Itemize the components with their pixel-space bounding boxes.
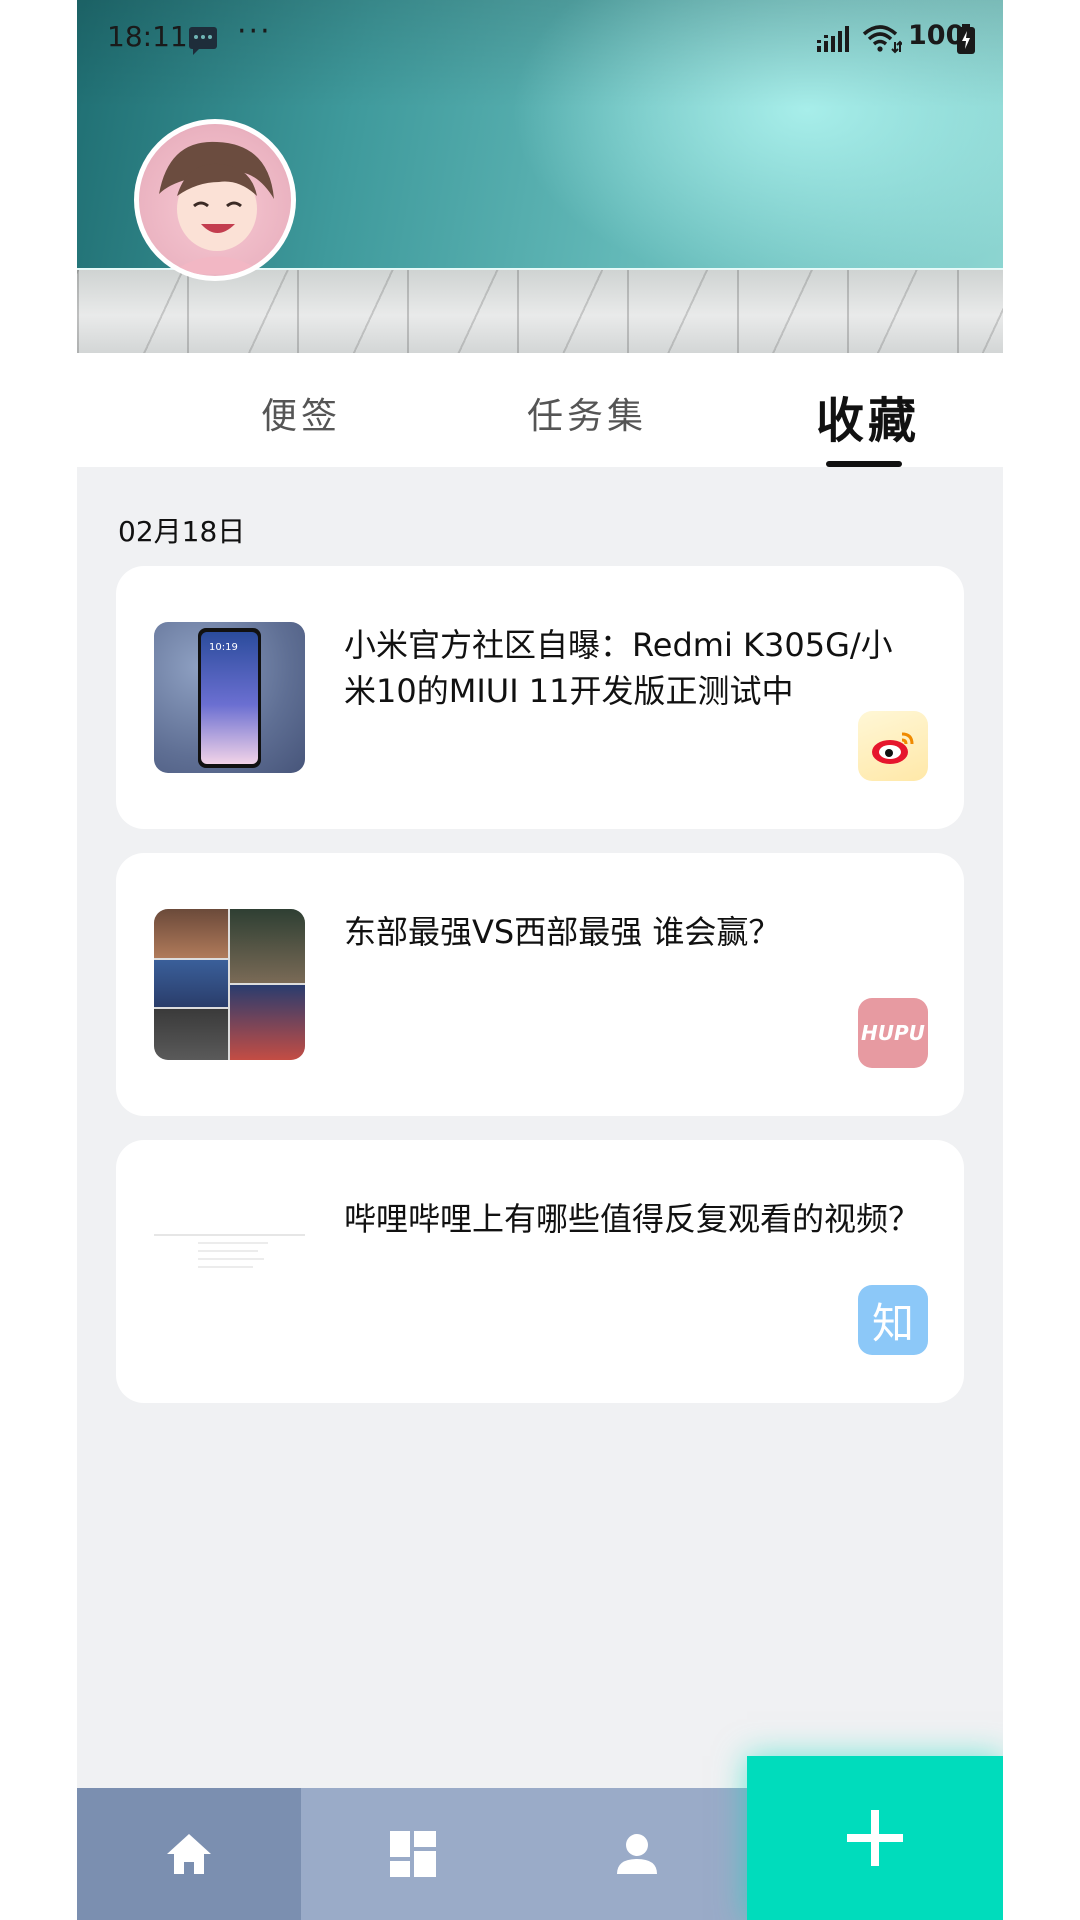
nav-profile[interactable] [525,1788,749,1920]
battery-level: 100 [908,20,965,51]
card-thumbnail: 10:19 [154,622,305,773]
floor-backdrop [77,270,1003,353]
thumbnail-phone-time: 10:19 [209,642,238,653]
user-avatar[interactable] [134,119,296,281]
tab-notes[interactable]: 便签 [261,387,341,439]
profile-header-banner: 18:11 ··· 100 [77,0,1003,353]
card-thumbnail [154,1196,305,1347]
more-notifications-icon: ··· [237,14,272,49]
home-icon [167,1834,211,1874]
avatar-illustration [159,141,274,274]
add-button[interactable] [747,1756,1003,1920]
signal-icon [817,26,849,52]
message-notification-icon [189,27,217,55]
hupu-logo-text: HUPU [861,1021,925,1045]
weibo-icon [858,711,928,781]
tab-favorites[interactable]: 收藏 [816,381,920,451]
status-bar: 18:11 ··· 100 [77,0,1003,80]
card-title: 小米官方社区自曝：Redmi K305G/小米10的MIUI 11开发版正测试中 [344,626,893,710]
nav-home[interactable] [77,1788,301,1920]
person-icon [617,1834,657,1874]
wifi-icon [862,25,902,54]
date-header: 02月18日 [118,515,246,548]
nav-dashboard[interactable] [301,1788,525,1920]
zhihu-icon: 知 [858,1285,928,1355]
tab-bar: 便签 任务集 收藏 [77,353,1003,467]
favorite-card[interactable]: 东部最强VS西部最强 谁会赢？ HUPU [116,853,964,1116]
app-screen: 18:11 ··· 100 便签 任务集 收藏 02月18日 10:19 小米官… [77,0,1003,1920]
plus-icon [847,1810,903,1866]
hupu-icon: HUPU [858,998,928,1068]
favorite-card[interactable]: 10:19 小米官方社区自曝：Redmi K305G/小米10的MIUI 11开… [116,566,964,829]
favorite-card[interactable]: 哔哩哔哩上有哪些值得反复观看的视频？ 知 [116,1140,964,1403]
active-tab-indicator [826,461,902,467]
tab-task-sets[interactable]: 任务集 [527,387,647,439]
zhihu-logo-text: 知 [871,1298,914,1348]
card-title: 哔哩哔哩上有哪些值得反复观看的视频？ [344,1200,921,1238]
dashboard-icon [390,1831,436,1877]
card-thumbnail [154,909,305,1060]
status-time: 18:11 [107,20,188,53]
battery-charging-icon [957,24,975,54]
card-title: 东部最强VS西部最强 谁会赢？ [344,913,781,951]
